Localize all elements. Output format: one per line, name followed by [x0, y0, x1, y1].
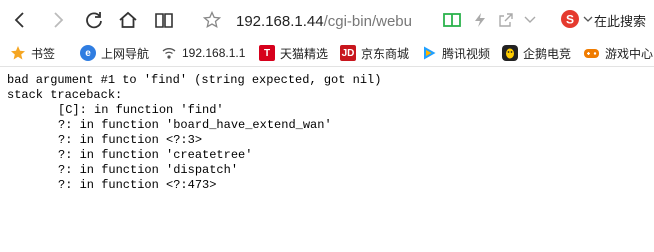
chevron-down-icon	[583, 16, 593, 22]
gamepad-icon	[584, 49, 599, 58]
bookmark-item-navigation[interactable]: e 上网导航	[80, 44, 149, 62]
search-box[interactable]: 在此搜索	[594, 11, 646, 30]
bookmarks-bar: 书签 e 上网导航 192.168.1.1 T 天猫精选 JD 京东商城 腾讯视…	[0, 40, 654, 67]
bookmark-label: 书签	[31, 46, 56, 61]
dropdown-button[interactable]	[520, 10, 540, 30]
traceback-frame: ?: in function <?:3>	[58, 133, 203, 147]
svg-text:S: S	[566, 13, 574, 27]
bookmark-item-tencent-video[interactable]: 腾讯视频	[421, 44, 490, 62]
forward-arrow-icon	[54, 12, 64, 28]
bookmark-item-jd[interactable]: JD 京东商城	[340, 44, 409, 62]
tencent-video-icon	[424, 46, 436, 60]
traceback-frame: ?: in function 'createtree'	[58, 148, 253, 162]
home-icon	[119, 11, 137, 28]
sogou-search-icon: S	[561, 10, 579, 28]
search-engine-selector[interactable]: S	[560, 9, 593, 29]
traceback-frame: ?: in function 'board_have_extend_wan'	[58, 118, 332, 132]
reload-button[interactable]	[80, 6, 108, 34]
bookmark-label: 上网导航	[101, 46, 150, 61]
book-icon	[155, 13, 173, 28]
jd-icon: JD	[340, 45, 356, 61]
lightning-icon	[475, 13, 485, 27]
traceback-frame: ?: in function <?:473>	[58, 178, 217, 192]
bookmark-item-game-center[interactable]: 游戏中心	[583, 44, 653, 62]
bookmark-label: 游戏中心	[605, 46, 654, 61]
traceback-frame: [C]: in function 'find'	[58, 103, 224, 117]
chevron-down-icon	[524, 16, 536, 23]
forward-button[interactable]	[44, 6, 72, 34]
share-icon	[499, 13, 513, 27]
bookmark-item-penguin-esports[interactable]: 企鹅电竞	[502, 44, 571, 62]
bookmark-label: 192.168.1.1	[182, 46, 246, 60]
reader-view-button[interactable]	[442, 10, 462, 30]
ie-icon: e	[80, 45, 96, 61]
penguin-icon	[502, 45, 518, 61]
bookmark-item-router[interactable]: 192.168.1.1	[161, 44, 245, 62]
tmall-icon: T	[259, 45, 275, 61]
bookmark-label: 京东商城	[361, 46, 410, 61]
home-button[interactable]	[114, 6, 142, 34]
star-icon	[11, 46, 25, 60]
accelerate-button[interactable]	[470, 10, 490, 30]
reload-icon	[86, 12, 102, 29]
address-path: /cgi-bin/webu	[323, 12, 412, 30]
back-button[interactable]	[6, 6, 34, 34]
bookmark-item-bookmarks[interactable]: 书签	[10, 44, 55, 62]
browser-toolbar: 192.168.1.44/cgi-bin/webu S 在此搜索	[0, 0, 654, 40]
reading-mode-button[interactable]	[150, 6, 178, 34]
bookmark-star-button[interactable]	[198, 6, 226, 34]
address-bar[interactable]: 192.168.1.44/cgi-bin/webu	[236, 10, 536, 32]
green-book-icon	[443, 13, 461, 27]
bookmark-label: 企鹅电竞	[523, 46, 572, 61]
share-button[interactable]	[496, 10, 516, 30]
wifi-icon	[162, 48, 176, 59]
bookmark-label: 天猫精选	[280, 46, 329, 61]
bookmark-item-tmall[interactable]: T 天猫精选	[259, 44, 328, 62]
address-host: 192.168.1.44	[236, 12, 324, 30]
star-outline-icon	[203, 11, 221, 29]
traceback-title: stack traceback:	[7, 88, 123, 102]
traceback-frame: ?: in function 'dispatch'	[58, 163, 239, 177]
error-message: bad argument #1 to 'find' (string expect…	[7, 73, 382, 87]
bookmark-label: 腾讯视频	[442, 46, 491, 61]
page-content: bad argument #1 to 'find' (string expect…	[7, 73, 381, 193]
back-arrow-icon	[14, 12, 24, 28]
